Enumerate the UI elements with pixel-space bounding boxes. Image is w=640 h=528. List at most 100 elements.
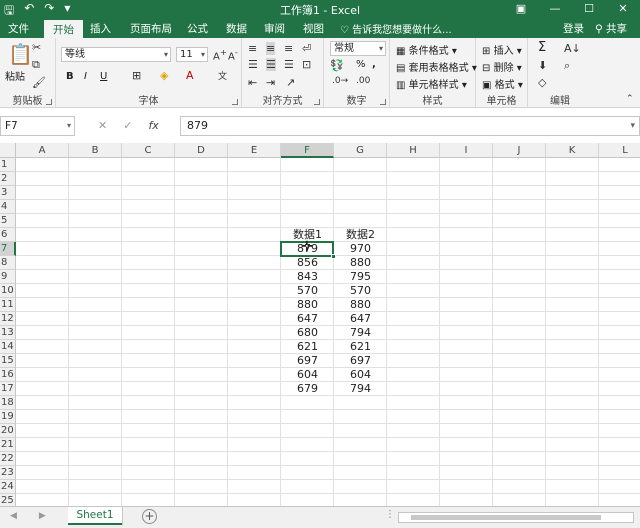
column-header[interactable]: J	[493, 143, 546, 158]
row-header[interactable]: 17	[0, 382, 16, 396]
cell-F15[interactable]: 697	[281, 354, 334, 368]
row-header[interactable]: 16	[0, 368, 16, 382]
tab-view[interactable]: 视图	[303, 21, 324, 36]
next-sheet-icon[interactable]: ▶	[39, 511, 46, 521]
column-header[interactable]: L	[599, 143, 640, 158]
tab-data[interactable]: 数据	[226, 21, 247, 36]
tab-home[interactable]: 开始	[44, 20, 83, 38]
font-name-select[interactable]: 等线 ▾	[61, 47, 171, 62]
merge-center-icon[interactable]: ⊡	[302, 58, 311, 71]
conditional-formatting-button[interactable]: ▦ 条件格式 ▾	[396, 42, 457, 57]
cut-icon[interactable]: ✂	[32, 41, 41, 54]
row-header[interactable]: 15	[0, 354, 16, 368]
expand-formula-icon[interactable]: ▾	[630, 117, 635, 135]
cell-F8[interactable]: 856	[281, 256, 334, 270]
tell-me-box[interactable]: ♡ 告诉我您想要做什么...	[340, 21, 452, 36]
alignment-launcher-icon[interactable]	[314, 99, 320, 105]
increase-decimal-icon[interactable]: .0→	[332, 76, 348, 86]
sheet-tab-sheet1[interactable]: Sheet1	[68, 507, 122, 525]
increase-indent-icon[interactable]: ⇥	[266, 76, 275, 89]
align-bottom-icon[interactable]: ≡	[284, 42, 293, 55]
orientation-icon[interactable]: ↗	[286, 76, 295, 89]
row-header[interactable]: 8	[0, 256, 16, 270]
select-all-corner[interactable]	[0, 143, 16, 158]
column-header[interactable]: D	[175, 143, 228, 158]
cell-G7[interactable]: 970	[334, 242, 387, 256]
cell-F10[interactable]: 570	[281, 284, 334, 298]
clear-icon[interactable]: ◇	[538, 76, 546, 89]
row-header[interactable]: 13	[0, 326, 16, 340]
login-link[interactable]: 登录	[563, 21, 584, 36]
row-header[interactable]: 4	[0, 200, 16, 214]
number-launcher-icon[interactable]	[380, 99, 386, 105]
cell-G14[interactable]: 621	[334, 340, 387, 354]
underline-button[interactable]: U	[100, 71, 107, 82]
cell-G13[interactable]: 794	[334, 326, 387, 340]
worksheet-grid[interactable]: A B C D E F G H I J K L 1 2 3 4 5 6 7 8 9 10 11 12 13 14 15 16 17 18 1…	[0, 143, 640, 506]
number-format-select[interactable]: 常规 ▾	[330, 41, 386, 56]
tab-formulas[interactable]: 公式	[187, 21, 208, 36]
row-header[interactable]: 25	[0, 494, 16, 506]
cell-G17[interactable]: 794	[334, 382, 387, 396]
cell-F12[interactable]: 647	[281, 312, 334, 326]
column-header[interactable]: E	[228, 143, 281, 158]
cell-G16[interactable]: 604	[334, 368, 387, 382]
fill-color-icon[interactable]: ◈	[160, 69, 168, 82]
align-center-icon[interactable]: ☰	[266, 58, 276, 71]
font-launcher-icon[interactable]	[232, 99, 238, 105]
sort-filter-icon[interactable]: A↓	[564, 42, 581, 55]
close-icon[interactable]: ✕	[606, 0, 640, 18]
row-header[interactable]: 10	[0, 284, 16, 298]
cell-G11[interactable]: 880	[334, 298, 387, 312]
grow-font-icon[interactable]: A+	[213, 47, 227, 62]
shrink-font-icon[interactable]: A-	[228, 47, 238, 62]
delete-cells-button[interactable]: ⊟ 删除 ▾	[482, 59, 522, 74]
cell-F13[interactable]: 680	[281, 326, 334, 340]
row-header[interactable]: 14	[0, 340, 16, 354]
column-header[interactable]: C	[122, 143, 175, 158]
paste-button[interactable]: 粘贴	[5, 68, 25, 83]
row-header[interactable]: 22	[0, 452, 16, 466]
fill-handle[interactable]	[331, 254, 336, 259]
enter-icon[interactable]: ✓	[123, 119, 132, 132]
row-header[interactable]: 3	[0, 186, 16, 200]
row-header[interactable]: 2	[0, 172, 16, 186]
percent-button[interactable]: %	[356, 59, 366, 70]
autosum-button[interactable]: Σ	[538, 40, 546, 55]
insert-cells-button[interactable]: ⊞ 插入 ▾	[482, 42, 522, 57]
column-header[interactable]: A	[16, 143, 69, 158]
insert-function-button[interactable]: fx	[148, 119, 158, 132]
cell-F16[interactable]: 604	[281, 368, 334, 382]
align-left-icon[interactable]: ☰	[248, 58, 258, 71]
share-button[interactable]: ⚲ 共享	[595, 21, 627, 36]
font-color-icon[interactable]: A	[186, 69, 194, 82]
cell-F9[interactable]: 843	[281, 270, 334, 284]
horizontal-scrollbar[interactable]	[398, 512, 634, 523]
copy-icon[interactable]: ⧉	[32, 58, 40, 72]
format-painter-icon[interactable]: 🖌	[32, 76, 46, 89]
scroll-thumb[interactable]	[411, 515, 601, 520]
cell-G8[interactable]: 880	[334, 256, 387, 270]
column-header[interactable]: I	[440, 143, 493, 158]
cell-F14[interactable]: 621	[281, 340, 334, 354]
splitter-icon[interactable]: ⋮	[385, 509, 395, 520]
row-header[interactable]: 21	[0, 438, 16, 452]
row-header[interactable]: 23	[0, 466, 16, 480]
row-header[interactable]: 12	[0, 312, 16, 326]
cancel-icon[interactable]: ✕	[98, 119, 107, 132]
tab-file[interactable]: 文件	[8, 21, 29, 36]
decrease-indent-icon[interactable]: ⇤	[248, 76, 257, 89]
row-header[interactable]: 20	[0, 424, 16, 438]
tab-review[interactable]: 审阅	[264, 21, 285, 36]
align-right-icon[interactable]: ☰	[284, 58, 294, 71]
row-header[interactable]: 19	[0, 410, 16, 424]
row-header[interactable]: 7	[0, 242, 16, 256]
format-cells-button[interactable]: ▣ 格式 ▾	[482, 76, 523, 91]
ribbon-display-icon[interactable]: ▣	[504, 0, 538, 18]
prev-sheet-icon[interactable]: ◀	[10, 511, 17, 521]
comma-button[interactable]: ,	[372, 59, 376, 70]
row-header[interactable]: 11	[0, 298, 16, 312]
cell-G12[interactable]: 647	[334, 312, 387, 326]
cell-G15[interactable]: 697	[334, 354, 387, 368]
fill-icon[interactable]: ⬇	[538, 59, 547, 72]
